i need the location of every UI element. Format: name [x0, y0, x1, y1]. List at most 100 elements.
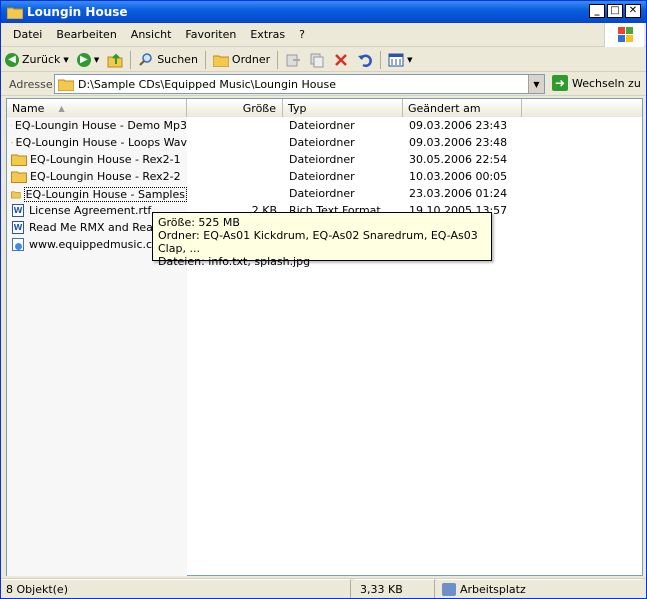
column-header-name[interactable]: Name ▲	[7, 99, 187, 117]
folders-button[interactable]: Ordner	[209, 49, 274, 71]
search-label: Suchen	[157, 53, 198, 66]
toolbar-separator	[204, 50, 206, 69]
file-modified: 09.03.2006 23:48	[409, 136, 508, 149]
file-name-cell[interactable]: EQ-Loungin House - Loops Wav	[11, 136, 187, 149]
file-name: EQ-Loungin House - Rex2-1	[30, 153, 181, 166]
file-type: Dateiordner	[289, 170, 355, 183]
file-name-cell[interactable]: EQ-Loungin House - Samples	[11, 187, 187, 202]
folder-icon	[58, 79, 74, 91]
file-name-cell[interactable]: EQ-Loungin House - Demo Mp3	[11, 119, 187, 132]
toolbar: ◀ Zurück ▼ ▶ ▼ Suchen Ordner ▼	[1, 48, 646, 72]
file-name-cell[interactable]: EQ-Loungin House - Rex2-1	[11, 153, 187, 166]
file-name: License Agreement.rtf	[29, 204, 152, 217]
forward-arrow-icon: ▶	[76, 52, 91, 67]
title-bar[interactable]: Loungin House _ □ ✕	[1, 1, 646, 23]
column-type-label: Typ	[288, 101, 307, 115]
file-modified: 09.03.2006 23:43	[409, 119, 508, 132]
file-type: Dateiordner	[289, 136, 355, 149]
move-to-icon	[286, 54, 301, 66]
sort-ascending-icon: ▲	[58, 103, 65, 113]
status-bar: 8 Objekt(e) 3,33 KB Arbeitsplatz	[1, 578, 646, 598]
column-modified-label: Geändert am	[408, 101, 481, 115]
address-bar: Adresse D:\Sample CDs\Equipped Music\Lou…	[1, 73, 646, 96]
column-name-label: Name	[12, 101, 45, 115]
file-name: EQ-Loungin House - Loops Wav	[15, 136, 187, 149]
forward-button[interactable]: ▶ ▼	[73, 49, 103, 71]
windows-logo	[604, 23, 644, 47]
menu-favoriten[interactable]: Favoriten	[178, 28, 243, 41]
tooltip-folders: Ordner: EQ-As01 Kickdrum, EQ-As02 Snared…	[158, 229, 478, 255]
close-button[interactable]: ✕	[625, 4, 641, 18]
toolbar-separator	[130, 50, 132, 69]
undo-button[interactable]	[353, 49, 377, 71]
delete-button[interactable]	[329, 49, 353, 71]
go-button[interactable]: ➜ Wechseln zu	[552, 75, 641, 91]
undo-icon	[358, 54, 373, 67]
back-label: Zurück	[22, 53, 61, 66]
menu-extras[interactable]: Extras	[243, 28, 292, 41]
file-list-view[interactable]: Name ▲ Größe Typ Geändert am EQ-Loungin …	[6, 98, 643, 576]
menu-help[interactable]: ?	[292, 28, 312, 41]
maximize-button[interactable]: □	[607, 4, 623, 18]
file-row[interactable]: EQ-Loungin House - Rex2-2 Dateiordner 10.0…	[7, 169, 642, 186]
status-size: 3,33 KB	[355, 579, 435, 598]
copy-to-button[interactable]	[305, 49, 329, 71]
file-name: Read Me RMX and Reason	[29, 221, 173, 234]
file-name: EQ-Loungin House - Samples	[23, 187, 187, 202]
folder-icon	[11, 171, 27, 183]
close-icon: ✕	[628, 5, 638, 16]
address-dropdown-button[interactable]: ▼	[528, 75, 544, 93]
folders-label: Ordner	[231, 53, 271, 66]
back-button[interactable]: ◀ Zurück ▼	[1, 49, 73, 71]
status-object-count: 8 Objekt(e)	[1, 579, 351, 598]
word-doc-icon: W	[12, 221, 24, 234]
file-modified: 10.03.2006 00:05	[409, 170, 508, 183]
folder-icon	[11, 154, 27, 166]
menu-ansicht[interactable]: Ansicht	[124, 28, 179, 41]
address-label: Adresse	[9, 77, 53, 91]
file-type: Dateiordner	[289, 187, 355, 200]
column-header-modified[interactable]: Geändert am	[403, 99, 522, 117]
file-row[interactable]: EQ-Loungin House - Rex2-1 Dateiordner 30.0…	[7, 152, 642, 169]
delete-icon	[335, 53, 348, 66]
file-modified: 23.03.2006 01:24	[409, 187, 508, 200]
menu-bearbeiten[interactable]: Bearbeiten	[49, 28, 123, 41]
folders-icon	[212, 55, 229, 67]
computer-icon	[442, 583, 456, 596]
chevron-down-icon: ▼	[63, 55, 69, 64]
menu-bar: Datei Bearbeiten Ansicht Favoriten Extra…	[1, 23, 646, 47]
file-row[interactable]: EQ-Loungin House - Samples Dateiordner 23.…	[7, 186, 642, 203]
column-header-type[interactable]: Typ	[283, 99, 403, 117]
folder-icon	[11, 142, 13, 144]
file-name: www.equippedmusic.com	[29, 238, 170, 251]
views-icon	[388, 53, 404, 66]
file-name: EQ-Loungin House - Rex2-2	[30, 170, 181, 183]
address-field[interactable]: D:\Sample CDs\Equipped Music\Loungin Hou…	[54, 74, 545, 94]
copy-to-icon	[310, 53, 324, 67]
column-header-size[interactable]: Größe	[187, 99, 283, 117]
minimize-icon: _	[594, 5, 600, 16]
file-name-cell[interactable]: EQ-Loungin House - Rex2-2	[11, 170, 187, 183]
move-to-button[interactable]	[281, 49, 305, 71]
explorer-window: Loungin House _ □ ✕ Datei Bearbeiten Ans…	[0, 0, 647, 599]
file-name: EQ-Loungin House - Demo Mp3	[14, 119, 187, 132]
status-location-label: Arbeitsplatz	[460, 583, 526, 596]
file-type: Dateiordner	[289, 119, 355, 132]
column-header-filler	[522, 99, 642, 117]
word-doc-icon: W	[12, 204, 24, 217]
search-button[interactable]: Suchen	[134, 49, 202, 71]
up-folder-button[interactable]	[103, 49, 127, 71]
chevron-down-icon: ▼	[407, 55, 413, 64]
file-type: Dateiordner	[289, 153, 355, 166]
chevron-down-icon: ▼	[93, 55, 100, 64]
views-button[interactable]: ▼	[384, 49, 416, 71]
menu-datei[interactable]: Datei	[1, 28, 49, 41]
folder-icon	[11, 191, 21, 199]
maximize-icon: □	[610, 5, 620, 16]
column-header-row: Name ▲ Größe Typ Geändert am	[7, 99, 642, 117]
minimize-button[interactable]: _	[589, 4, 605, 18]
toolbar-separator	[277, 50, 279, 69]
file-modified: 30.05.2006 22:54	[409, 153, 508, 166]
file-row[interactable]: EQ-Loungin House - Loops Wav Dateiordner 0…	[7, 135, 642, 152]
file-row[interactable]: EQ-Loungin House - Demo Mp3 Dateiordner 09…	[7, 118, 642, 135]
